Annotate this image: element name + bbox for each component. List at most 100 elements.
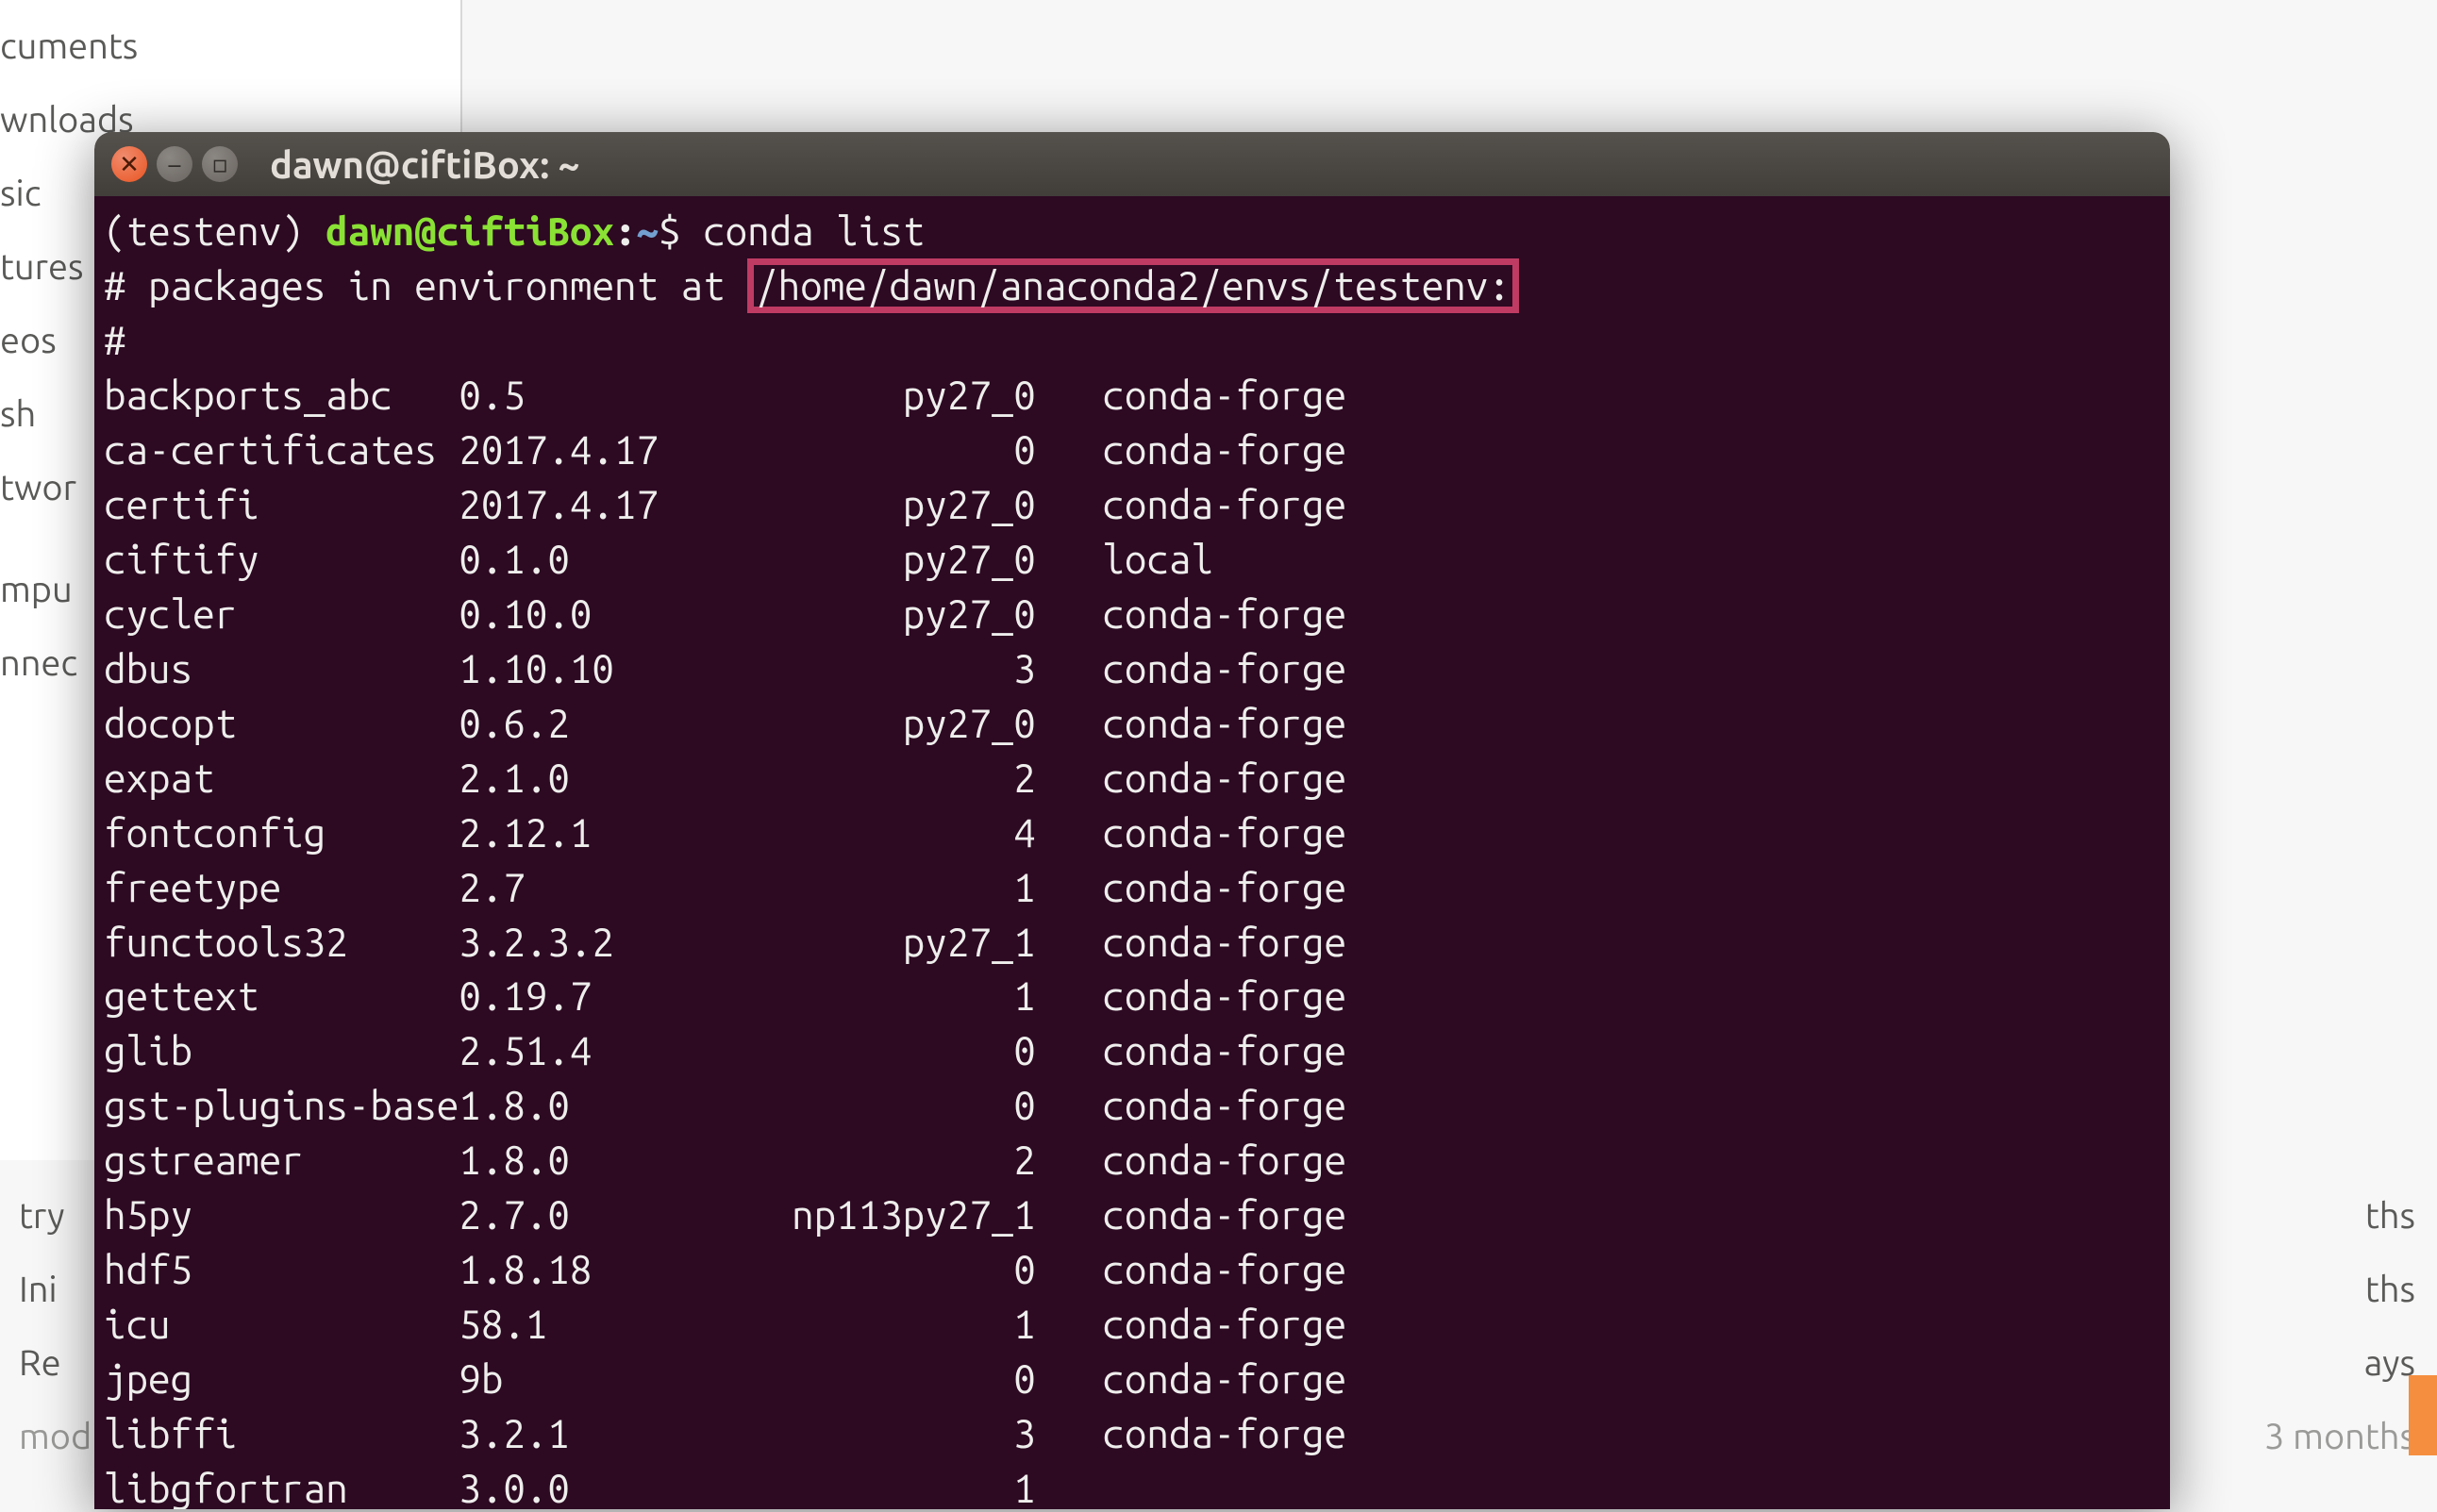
package-row: jpeg9b0conda-forge	[104, 1352, 2161, 1406]
pkg-channel: conda-forge	[1102, 1352, 1346, 1406]
terminal-body[interactable]: (testenv) dawn@ciftiBox:~$ conda list # …	[94, 196, 2170, 1509]
package-row: libgfortran3.0.01	[104, 1461, 2161, 1509]
package-row: gettext0.19.71conda-forge	[104, 969, 2161, 1023]
pkg-build: py27_0	[747, 587, 1036, 641]
prompt-path: ~	[637, 208, 659, 253]
pkg-build: 2	[747, 1133, 1036, 1188]
pkg-channel: conda-forge	[1102, 1133, 1346, 1188]
pkg-version: 9b	[459, 1352, 747, 1406]
package-row: hdf51.8.180conda-forge	[104, 1242, 2161, 1297]
maximize-icon: ▫	[211, 150, 228, 179]
package-row: fontconfig2.12.14conda-forge	[104, 806, 2161, 860]
pkg-version: 0.1.0	[459, 532, 747, 587]
pkg-version: 3.0.0	[459, 1461, 747, 1509]
package-row: gst-plugins-base1.8.00conda-forge	[104, 1078, 2161, 1133]
pkg-version: 2.51.4	[459, 1023, 747, 1078]
window-minimize-button[interactable]: –	[157, 146, 192, 182]
pkg-name: fontconfig	[104, 806, 459, 860]
pkg-name: freetype	[104, 860, 459, 915]
pkg-build: 0	[747, 1078, 1036, 1133]
pkg-name: gst-plugins-base	[104, 1078, 459, 1133]
pkg-version: 0.6.2	[459, 696, 747, 751]
pkg-name: expat	[104, 751, 459, 806]
command-text: conda list	[681, 208, 926, 253]
pkg-name: gstreamer	[104, 1133, 459, 1188]
pkg-build: 0	[747, 1023, 1036, 1078]
pkg-build: py27_0	[747, 368, 1036, 423]
window-title: dawn@ciftiBox: ~	[270, 143, 579, 186]
pkg-build: py27_0	[747, 696, 1036, 751]
terminal-window: ✕ – ▫ dawn@ciftiBox: ~ (testenv) dawn@ci…	[94, 132, 2170, 1509]
pkg-channel: conda-forge	[1102, 423, 1346, 477]
row-name: Ini	[19, 1270, 58, 1309]
pkg-channel: conda-forge	[1102, 1406, 1346, 1461]
package-row: icu58.11conda-forge	[104, 1297, 2161, 1352]
pkg-channel: local	[1102, 532, 1213, 587]
pkg-channel: conda-forge	[1102, 860, 1346, 915]
row-name: Re	[19, 1343, 61, 1383]
package-row: cycler0.10.0py27_0conda-forge	[104, 587, 2161, 641]
sidebar-item[interactable]: cuments	[0, 9, 460, 83]
pkg-build: 3	[747, 1406, 1036, 1461]
window-titlebar[interactable]: ✕ – ▫ dawn@ciftiBox: ~	[94, 132, 2170, 196]
pkg-version: 2.7.0	[459, 1188, 747, 1242]
scrollbar-thumb[interactable]	[2409, 1375, 2437, 1455]
pkg-build: 0	[747, 1352, 1036, 1406]
pkg-channel: conda-forge	[1102, 641, 1346, 696]
env-path-highlight: /home/dawn/anaconda2/envs/testenv:	[747, 258, 1519, 313]
pkg-build: 1	[747, 969, 1036, 1023]
row-time: 3 months	[2264, 1417, 2415, 1456]
pkg-name: h5py	[104, 1188, 459, 1242]
close-icon: ✕	[119, 150, 140, 179]
pkg-name: icu	[104, 1297, 459, 1352]
pkg-version: 2.7	[459, 860, 747, 915]
pkg-channel: conda-forge	[1102, 696, 1346, 751]
pkg-name: libgfortran	[104, 1461, 459, 1509]
pkg-version: 0.5	[459, 368, 747, 423]
pkg-name: hdf5	[104, 1242, 459, 1297]
package-row: expat2.1.02conda-forge	[104, 751, 2161, 806]
pkg-version: 2.12.1	[459, 806, 747, 860]
package-row: backports_abc0.5py27_0conda-forge	[104, 368, 2161, 423]
pkg-build: 0	[747, 1242, 1036, 1297]
pkg-version: 1.8.0	[459, 1133, 747, 1188]
pkg-build: py27_0	[747, 477, 1036, 532]
package-row: libffi3.2.13conda-forge	[104, 1406, 2161, 1461]
package-row: gstreamer1.8.02 conda-forge	[104, 1133, 2161, 1188]
pkg-channel: conda-forge	[1102, 1023, 1346, 1078]
pkg-channel: conda-forge	[1102, 1242, 1346, 1297]
package-row: functools323.2.3.2py27_1conda-forge	[104, 915, 2161, 970]
package-row: docopt0.6.2py27_0conda-forge	[104, 696, 2161, 751]
hash-line: #	[104, 318, 126, 362]
package-row: ca-certificates2017.4.170conda-forge	[104, 423, 2161, 477]
pkg-name: ca-certificates	[104, 423, 459, 477]
pkg-build: 0	[747, 423, 1036, 477]
pkg-name: backports_abc	[104, 368, 459, 423]
prompt-userhost: dawn@ciftiBox	[325, 208, 614, 253]
window-close-button[interactable]: ✕	[111, 146, 147, 182]
pkg-channel: conda-forge	[1102, 969, 1346, 1023]
package-row: certifi2017.4.17py27_0conda-forge	[104, 477, 2161, 532]
pkg-version: 2.1.0	[459, 751, 747, 806]
minimize-icon: –	[169, 151, 181, 178]
window-maximize-button[interactable]: ▫	[202, 146, 238, 182]
pkg-build: 1	[747, 860, 1036, 915]
pkg-name: functools32	[104, 915, 459, 970]
pkg-version: 58.1	[459, 1297, 747, 1352]
pkg-build: py27_1	[747, 915, 1036, 970]
package-row: dbus1.10.103conda-forge	[104, 641, 2161, 696]
package-row: glib2.51.40conda-forge	[104, 1023, 2161, 1078]
pkg-channel: conda-forge	[1102, 587, 1346, 641]
pkg-channel: conda-forge	[1102, 915, 1346, 970]
pkg-channel: conda-forge	[1102, 751, 1346, 806]
row-time: ths	[2365, 1196, 2415, 1236]
prompt-env: (testenv)	[104, 208, 325, 253]
pkg-name: dbus	[104, 641, 459, 696]
pkg-channel: conda-forge	[1102, 477, 1346, 532]
pkg-build: np113py27_1	[747, 1188, 1036, 1242]
pkg-name: libffi	[104, 1406, 459, 1461]
pkg-build: 4	[747, 806, 1036, 860]
pkg-name: ciftify	[104, 532, 459, 587]
pkg-build: py27_0	[747, 532, 1036, 587]
pkg-build: 3	[747, 641, 1036, 696]
